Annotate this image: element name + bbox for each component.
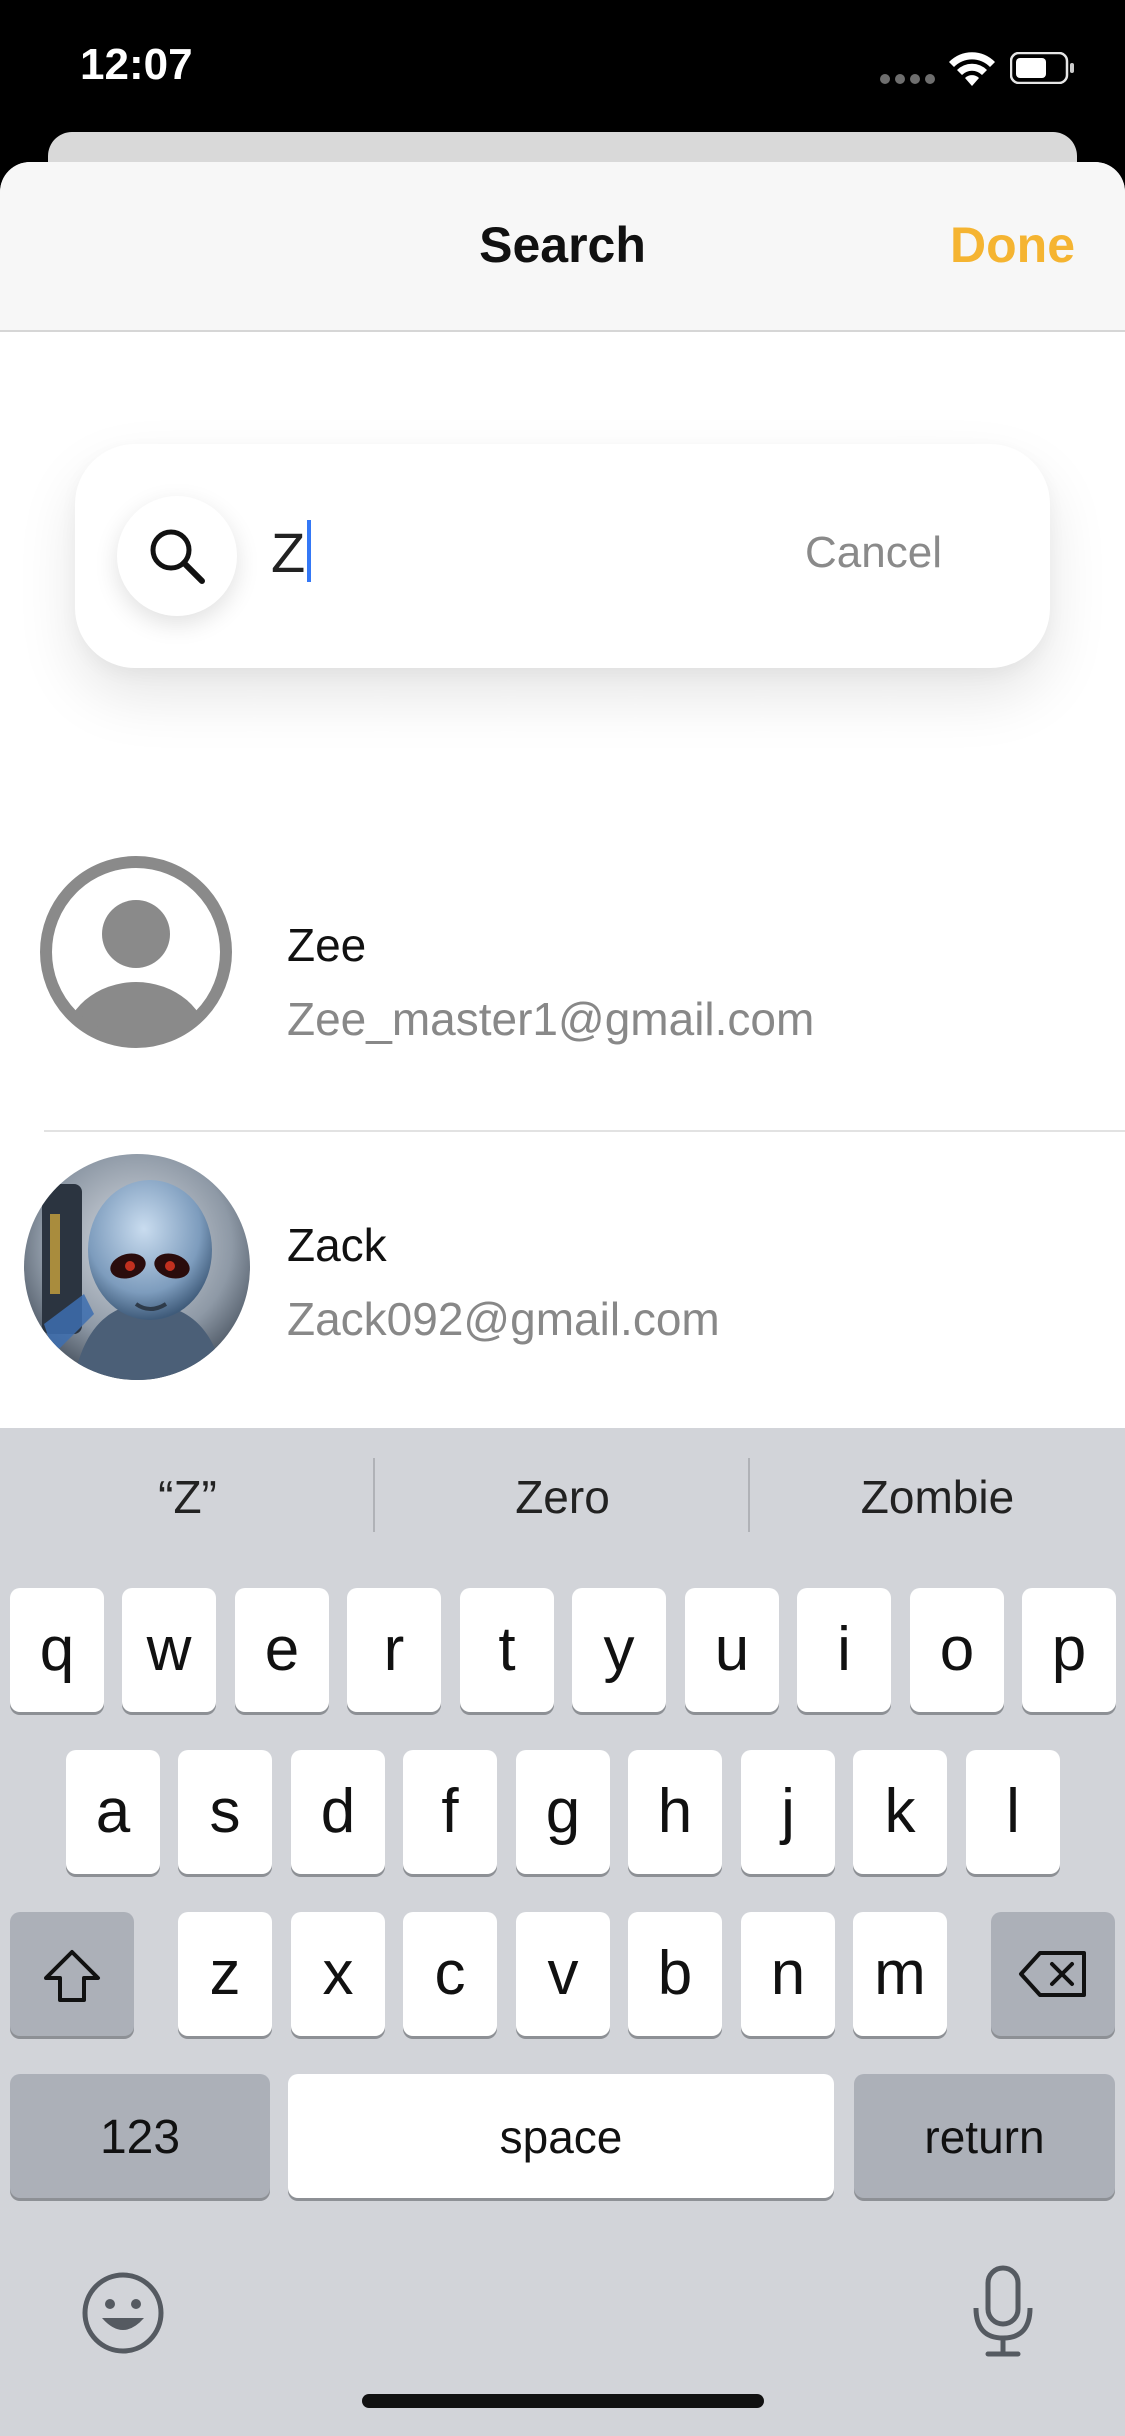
key-label: q xyxy=(39,1615,75,1684)
search-input[interactable]: Z xyxy=(271,520,312,585)
key[interactable]: u xyxy=(685,1588,779,1712)
contact-email: Zack092@gmail.com xyxy=(287,1293,720,1345)
key[interactable]: c xyxy=(403,1912,497,2036)
delete-key[interactable] xyxy=(991,1912,1115,2036)
done-button[interactable]: Done xyxy=(950,216,1075,274)
key[interactable]: a xyxy=(66,1750,160,1874)
key-label: y xyxy=(603,1615,635,1684)
contact-row[interactable]: Zee Zee_master1@gmail.com xyxy=(0,832,1125,1132)
key-label: e xyxy=(264,1615,300,1684)
key[interactable]: t xyxy=(460,1588,554,1712)
key[interactable]: n xyxy=(741,1912,835,2036)
search-bar: Z Cancel xyxy=(75,444,1050,668)
key-label: j xyxy=(781,1777,795,1846)
key[interactable]: y xyxy=(572,1588,666,1712)
key-label: g xyxy=(545,1777,581,1846)
search-icon xyxy=(150,529,205,584)
key[interactable]: x xyxy=(291,1912,385,2036)
text-caret xyxy=(307,520,312,582)
key-label: x xyxy=(322,1939,354,2008)
key-label: v xyxy=(547,1939,579,2008)
contact-email: Zee_master1@gmail.com xyxy=(287,993,815,1045)
key-label: m xyxy=(874,1939,926,2008)
space-key[interactable]: space xyxy=(288,2074,834,2198)
key[interactable]: j xyxy=(741,1750,835,1874)
key[interactable]: i xyxy=(797,1588,891,1712)
key-label: 123 xyxy=(99,2111,181,2164)
home-indicator xyxy=(362,2394,764,2408)
key[interactable]: o xyxy=(910,1588,1004,1712)
microphone-icon[interactable] xyxy=(970,2264,1036,2360)
key-label: h xyxy=(657,1777,693,1846)
cancel-button[interactable]: Cancel xyxy=(805,528,942,578)
key-label: c xyxy=(434,1939,466,2008)
contact-name: Zack xyxy=(287,1219,387,1271)
emoji-icon[interactable] xyxy=(80,2270,166,2356)
key[interactable]: p xyxy=(1022,1588,1116,1712)
key-label: return xyxy=(924,2111,1045,2163)
shift-icon xyxy=(44,1950,100,2002)
cellular-signal-icon xyxy=(880,74,936,84)
key-label: z xyxy=(209,1939,241,2008)
key-label: d xyxy=(320,1777,356,1846)
nav-bar: Search Done xyxy=(0,162,1125,332)
key[interactable]: m xyxy=(853,1912,947,2036)
key-label: space xyxy=(499,2111,623,2163)
key[interactable]: l xyxy=(966,1750,1060,1874)
key[interactable]: k xyxy=(853,1750,947,1874)
keyboard: “Z” Zero Zombie q w e r t y u i o p a s … xyxy=(0,1428,1125,2436)
suggestion-1[interactable]: “Z” xyxy=(0,1470,375,1524)
key-label: s xyxy=(209,1777,241,1846)
key[interactable]: b xyxy=(628,1912,722,2036)
numbers-key[interactable]: 123 xyxy=(10,2074,270,2198)
key-label: a xyxy=(95,1777,131,1846)
key[interactable]: w xyxy=(122,1588,216,1712)
status-time: 12:07 xyxy=(80,40,193,89)
key-label: k xyxy=(884,1777,916,1846)
key-label: f xyxy=(441,1777,459,1846)
key[interactable]: g xyxy=(516,1750,610,1874)
key-label: n xyxy=(770,1939,806,2008)
suggestion-3[interactable]: Zombie xyxy=(750,1470,1125,1524)
shift-key[interactable] xyxy=(10,1912,134,2036)
wifi-icon xyxy=(949,52,995,86)
key-label: t xyxy=(498,1615,516,1684)
search-button[interactable] xyxy=(117,496,237,616)
battery-icon xyxy=(1010,52,1074,84)
key-label: w xyxy=(146,1615,192,1684)
key[interactable]: q xyxy=(10,1588,104,1712)
return-key[interactable]: return xyxy=(854,2074,1115,2198)
key[interactable]: f xyxy=(403,1750,497,1874)
search-input-value: Z xyxy=(271,521,306,584)
key[interactable]: e xyxy=(235,1588,329,1712)
key[interactable]: v xyxy=(516,1912,610,2036)
key-label: p xyxy=(1051,1615,1087,1684)
key[interactable]: h xyxy=(628,1750,722,1874)
contact-name: Zee xyxy=(287,919,367,971)
key-label: o xyxy=(939,1615,975,1684)
contact-row[interactable]: Zack Zack092@gmail.com xyxy=(0,1132,1125,1432)
key-label: r xyxy=(383,1615,405,1684)
key[interactable]: d xyxy=(291,1750,385,1874)
key-label: i xyxy=(837,1615,851,1684)
key[interactable]: s xyxy=(178,1750,272,1874)
default-person-icon xyxy=(38,854,234,1050)
suggestion-2[interactable]: Zero xyxy=(375,1470,750,1524)
backspace-icon xyxy=(1019,1951,1086,1997)
key-label: b xyxy=(657,1939,693,2008)
alien-avatar-photo xyxy=(24,1154,250,1380)
key[interactable]: z xyxy=(178,1912,272,2036)
status-bar: 12:07 xyxy=(0,0,1125,140)
key[interactable]: r xyxy=(347,1588,441,1712)
key-label: u xyxy=(714,1615,750,1684)
key-label: l xyxy=(1006,1777,1020,1846)
